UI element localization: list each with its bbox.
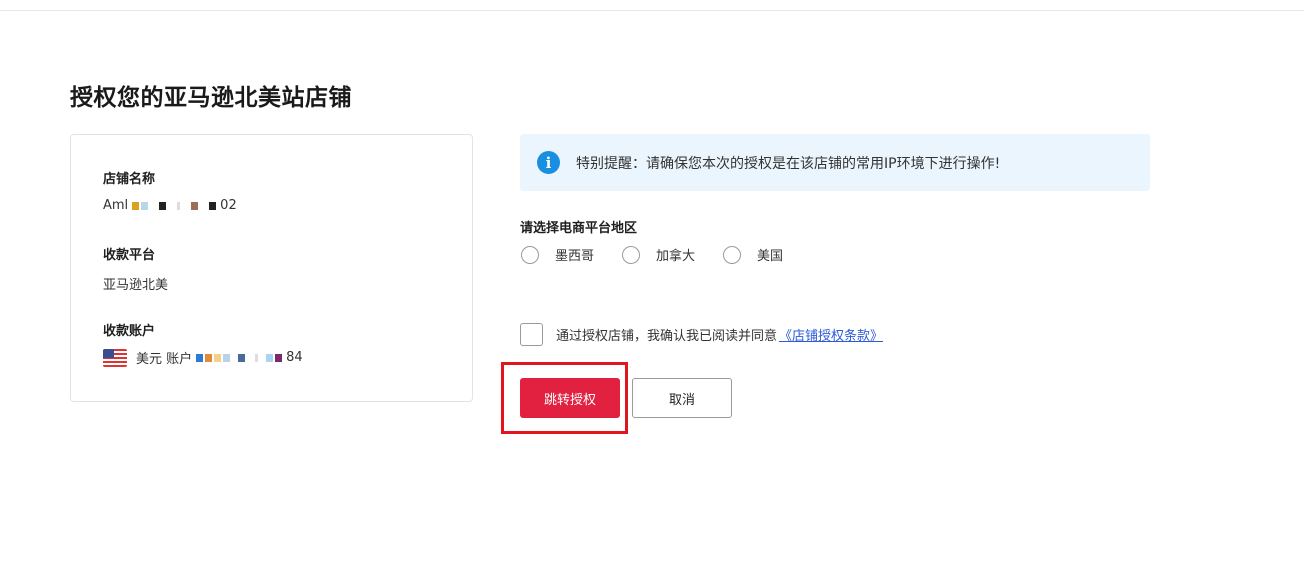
region-radio-group: 墨西哥 加拿大 美国: [521, 245, 811, 264]
store-name-value: Aml 02: [103, 198, 237, 213]
radio-label: 加拿大: [656, 249, 696, 264]
platform-value: 亚马逊北美: [103, 278, 169, 293]
radio-option-mexico[interactable]: 墨西哥: [521, 245, 594, 264]
page-title: 授权您的亚马逊北美站店铺: [70, 85, 352, 111]
agreement-text: 通过授权店铺，我确认我已阅读并同意: [556, 329, 778, 344]
store-info-card: 店铺名称 Aml 02 收款平台 亚马逊北美 收款账户 美元 账户 84: [70, 134, 473, 402]
store-name-label: 店铺名称: [103, 172, 156, 187]
radio-circle[interactable]: [723, 245, 742, 264]
radio-label: 墨西哥: [555, 249, 595, 264]
masked-store-name: [132, 201, 217, 210]
radio-option-canada[interactable]: 加拿大: [622, 245, 695, 264]
cancel-button[interactable]: 取消: [632, 378, 732, 418]
notice-banner: i 特别提醒：请确保您本次的授权是在该店铺的常用IP环境下进行操作!: [520, 134, 1150, 191]
account-label: 收款账户: [103, 324, 156, 339]
account-suffix: 84: [286, 350, 303, 365]
top-divider: [0, 10, 1304, 11]
radio-circle[interactable]: [622, 245, 641, 264]
radio-circle[interactable]: [521, 245, 539, 264]
us-flag-icon: [103, 348, 127, 367]
store-name-suffix: 02: [220, 198, 237, 213]
region-label: 请选择电商平台地区: [520, 221, 638, 236]
info-icon: i: [537, 151, 560, 174]
agreement-checkbox[interactable]: [520, 323, 543, 346]
platform-label: 收款平台: [103, 248, 156, 263]
radio-label: 美国: [757, 249, 784, 264]
agreement-row: 通过授权店铺，我确认我已阅读并同意 《店铺授权条款》: [520, 323, 883, 346]
account-value: 美元 账户 84: [103, 348, 303, 367]
radio-option-usa[interactable]: 美国: [723, 245, 783, 264]
authorize-button[interactable]: 跳转授权: [520, 378, 620, 418]
account-currency: 美元 账户: [136, 352, 193, 367]
store-name-prefix: Aml: [103, 198, 129, 213]
terms-link[interactable]: 《店铺授权条款》: [779, 325, 883, 344]
notice-text: 特别提醒：请确保您本次的授权是在该店铺的常用IP环境下进行操作!: [576, 155, 1001, 172]
masked-account-number: [196, 353, 283, 362]
